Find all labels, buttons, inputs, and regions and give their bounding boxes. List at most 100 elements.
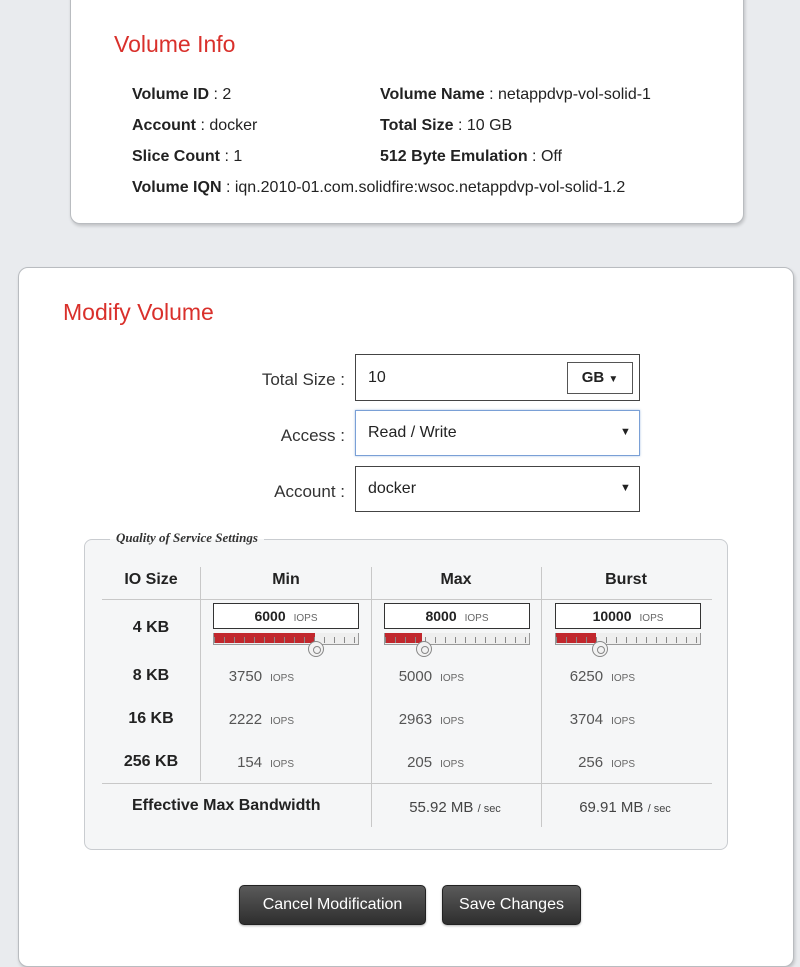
header-divider [102, 599, 712, 600]
volume-id-line: Volume ID : 2 [132, 86, 231, 104]
max-iops-input[interactable]: 8000 IOPS [384, 603, 530, 629]
access-value: Read / Write [368, 424, 457, 441]
iqn-value: iqn.2010-01.com.solidfire:wsoc.netappdvp… [234, 179, 626, 196]
chevron-down-icon: ▼ [608, 374, 619, 385]
volume-info-panel: Volume Info Volume ID : 2 Volume Name : … [70, 0, 744, 224]
min-iops-16kb: 2222 IOPS [198, 711, 294, 728]
volume-id-label: Volume ID [132, 86, 210, 103]
io-size-header: IO Size [124, 571, 178, 588]
modify-volume-title: Modify Volume [63, 299, 214, 325]
burst-iops-slider[interactable] [555, 633, 701, 645]
row-size-256kb: 256 KB [123, 753, 179, 770]
max-slider-thumb[interactable] [416, 641, 432, 657]
account-select-value: docker [368, 480, 417, 497]
separator: : [209, 86, 223, 103]
account-select[interactable]: docker [355, 466, 640, 512]
min-iops-slider[interactable] [213, 633, 359, 645]
total-size-line: Total Size : 10 GB [380, 117, 512, 135]
iops-unit: IOPS [270, 759, 294, 770]
value: 205 [407, 754, 433, 771]
account-caret-icon: ▼ [620, 482, 631, 494]
qos-legend: Quality of Service Settings [110, 530, 264, 546]
min-iops-value: 6000 [254, 608, 286, 624]
column-divider [371, 567, 372, 827]
separator: : [220, 148, 234, 165]
iops-unit: IOPS [639, 613, 664, 624]
iops-unit: IOPS [270, 716, 294, 727]
iops-unit: IOPS [464, 613, 489, 624]
size-unit-label: GB [581, 369, 605, 386]
iops-unit: IOPS [611, 759, 635, 770]
volume-info-title: Volume Info [114, 31, 236, 57]
slider-ticks [556, 637, 700, 643]
volume-name-line: Volume Name : netappdvp-vol-solid-1 [380, 86, 651, 104]
value: 2222 [228, 711, 263, 728]
min-iops-8kb: 3750 IOPS [198, 668, 294, 685]
separator: : [221, 179, 235, 196]
emulation-label: 512 Byte Emulation [380, 148, 528, 165]
max-iops-256kb: 205 IOPS [368, 754, 464, 771]
account-label: Account [132, 117, 196, 134]
row-size-4kb: 4 KB [132, 619, 170, 636]
value: 3704 [569, 711, 604, 728]
min-header: Min [272, 571, 300, 588]
burst-slider-thumb[interactable] [592, 641, 608, 657]
value: 3750 [228, 668, 263, 685]
emulation-line: 512 Byte Emulation : Off [380, 148, 562, 166]
max-iops-slider[interactable] [384, 633, 530, 645]
column-divider [541, 567, 542, 827]
iops-unit: IOPS [293, 613, 318, 624]
cancel-modification-button[interactable]: Cancel Modification [239, 885, 426, 925]
size-unit-dropdown[interactable]: GB ▼ [567, 362, 633, 394]
max-iops-value: 8000 [425, 608, 457, 624]
access-caret-icon: ▼ [620, 426, 631, 438]
iops-unit: IOPS [611, 673, 635, 684]
burst-iops-value: 10000 [592, 608, 632, 624]
account-field-label: Account : [274, 482, 345, 501]
value: 5000 [398, 668, 433, 685]
slice-count-line: Slice Count : 1 [132, 148, 242, 166]
iops-unit: IOPS [440, 673, 464, 684]
burst-header: Burst [605, 571, 647, 588]
account-line: Account : docker [132, 117, 257, 135]
slider-ticks [214, 637, 358, 643]
separator: : [484, 86, 498, 103]
separator: : [196, 117, 210, 134]
burst-iops-256kb: 256 IOPS [539, 754, 635, 771]
volume-id-value: 2 [222, 86, 232, 103]
value: 6250 [569, 668, 604, 685]
burst-iops-8kb: 6250 IOPS [539, 668, 635, 685]
slice-count-label: Slice Count [132, 148, 221, 165]
bandwidth-divider [102, 783, 712, 784]
iops-unit: IOPS [611, 716, 635, 727]
total-size-value: 10 GB [466, 117, 513, 134]
iqn-line: Volume IQN : iqn.2010-01.com.solidfire:w… [132, 179, 625, 197]
min-slider-thumb[interactable] [308, 641, 324, 657]
total-size-field-label: Total Size : [261, 370, 345, 389]
effective-bandwidth-label: Effective Max Bandwidth [132, 797, 321, 814]
max-iops-16kb: 2963 IOPS [368, 711, 464, 728]
burst-iops-input[interactable]: 10000 IOPS [555, 603, 701, 629]
slice-count-value: 1 [233, 148, 243, 165]
save-changes-button[interactable]: Save Changes [442, 885, 581, 925]
row-size-16kb: 16 KB [128, 710, 174, 727]
separator: : [453, 117, 467, 134]
separator: : [527, 148, 541, 165]
max-iops-8kb: 5000 IOPS [368, 668, 464, 685]
bandwidth-unit: / sec [647, 803, 671, 815]
iops-unit: IOPS [440, 759, 464, 770]
max-header: Max [440, 571, 472, 588]
access-select[interactable]: Read / Write [355, 410, 640, 456]
burst-iops-16kb: 3704 IOPS [539, 711, 635, 728]
access-field-label: Access : [280, 426, 345, 445]
min-iops-input[interactable]: 6000 IOPS [213, 603, 359, 629]
min-iops-256kb: 154 IOPS [198, 754, 294, 771]
value: 154 [237, 754, 263, 771]
bandwidth-unit: / sec [477, 803, 501, 815]
value: 55.92 MB [409, 799, 474, 816]
volume-name-label: Volume Name [380, 86, 485, 103]
value: 2963 [398, 711, 433, 728]
row-size-8kb: 8 KB [132, 667, 170, 684]
max-bandwidth-value: 55.92 MB / sec [370, 799, 540, 816]
total-size-label: Total Size [380, 117, 454, 134]
